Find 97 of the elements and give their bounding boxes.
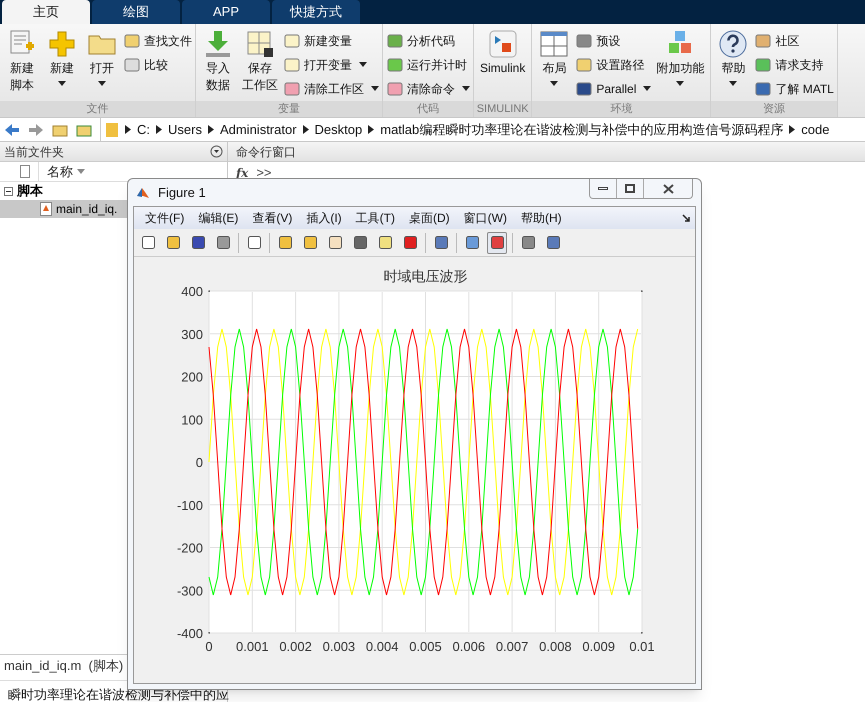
- group-label: 环境: [532, 101, 710, 117]
- x-tick-label: 0: [204, 639, 212, 654]
- ribbon-button[interactable]: 新建变量: [283, 30, 379, 51]
- path-segment[interactable]: Users: [168, 120, 202, 140]
- x-tick-label: 0.002: [278, 639, 312, 654]
- y-tick-label: 100: [180, 412, 202, 428]
- menu-item[interactable]: 桌面(D): [402, 209, 457, 227]
- panel-title: 当前文件夹: [4, 144, 64, 160]
- expander-icon[interactable]: [4, 186, 13, 196]
- x-tick-label: 0.006: [452, 639, 485, 654]
- ribbon-button[interactable]: Parallel: [575, 78, 652, 99]
- y-tick-label: -100: [176, 498, 202, 513]
- simulink-block-icon: [486, 28, 519, 60]
- chevron-right-icon: [789, 125, 796, 134]
- ribbon-button[interactable]: 清除命令: [386, 78, 470, 99]
- menu-item[interactable]: 工具(T): [348, 209, 402, 227]
- chevron-right-icon: [302, 125, 309, 134]
- ribbon-button[interactable]: 导入 数据: [199, 28, 237, 101]
- path-segment[interactable]: code: [801, 120, 830, 140]
- path-segment[interactable]: Desktop: [314, 120, 362, 140]
- x-tick-label: 0.001: [236, 639, 268, 654]
- ribbon-button[interactable]: 社区: [754, 30, 834, 51]
- x-tick-label: 0.005: [408, 639, 442, 654]
- path-segment[interactable]: C:: [137, 120, 150, 140]
- ribbon-button[interactable]: 保存 工作区: [239, 28, 281, 101]
- y-tick-label: -400: [176, 626, 202, 641]
- menu-item[interactable]: 查看(V): [245, 209, 300, 227]
- ribbon-button[interactable]: 帮助: [714, 28, 752, 101]
- panel-title: 命令行窗口: [236, 144, 296, 160]
- column-header[interactable]: 名称: [38, 162, 85, 182]
- ribbon-button[interactable]: 查找文件: [123, 30, 192, 51]
- sort-arrow-icon: [77, 169, 85, 174]
- ribbon-button[interactable]: 运行并计时: [386, 54, 470, 75]
- group-label: 变量: [196, 101, 382, 117]
- file-icon: [20, 165, 30, 178]
- ribbon-button[interactable]: 附加功能: [653, 28, 708, 101]
- window-title: Figure 1: [158, 184, 207, 202]
- ribbon-button[interactable]: 比较: [123, 54, 192, 75]
- chevron-right-icon: [368, 125, 374, 134]
- x-tick-label: 0.008: [538, 639, 572, 654]
- ribbon-tab[interactable]: 快捷方式: [272, 0, 360, 24]
- forward-arrow-icon[interactable]: [28, 122, 44, 136]
- chevron-right-icon: [156, 125, 162, 134]
- script-file-icon: [40, 202, 52, 216]
- menu-item[interactable]: 编辑(E): [191, 209, 246, 227]
- y-tick-label: 400: [180, 284, 202, 299]
- ribbon-button[interactable]: 打开变量: [283, 54, 379, 75]
- x-tick-label: 0.007: [495, 639, 528, 654]
- group-label: 文件: [0, 101, 195, 117]
- group-label: 资源: [711, 101, 837, 117]
- ribbon-button[interactable]: 请求支持: [754, 54, 834, 75]
- path-segment[interactable]: Administrator: [220, 120, 297, 140]
- ribbon-tab[interactable]: 绘图: [92, 0, 180, 24]
- y-tick-label: -300: [176, 583, 202, 598]
- chart-title: 时域电压波形: [383, 268, 467, 284]
- y-tick-label: 200: [180, 370, 202, 384]
- close-icon: [662, 184, 674, 194]
- ribbon-button[interactable]: 布局: [535, 28, 574, 101]
- chevron-right-icon: [208, 125, 214, 134]
- y-tick-label: 300: [180, 326, 202, 342]
- group-label: SIMULINK: [474, 101, 532, 117]
- dropdown-circle-icon[interactable]: [210, 145, 223, 158]
- ribbon-button[interactable]: 清除工作区: [283, 78, 379, 99]
- ribbon-button[interactable]: 新建 脚本: [3, 28, 41, 101]
- chevron-right-icon: [125, 125, 131, 134]
- back-arrow-icon[interactable]: [4, 122, 20, 136]
- file-row[interactable]: main_id_iq.: [0, 200, 127, 218]
- y-tick-label: -200: [176, 540, 202, 556]
- x-tick-label: 0.01: [628, 639, 654, 654]
- dock-arrow-icon[interactable]: [682, 214, 691, 222]
- x-tick-label: 0.003: [322, 639, 355, 654]
- menu-item[interactable]: 窗口(W): [456, 209, 514, 227]
- ribbon-button[interactable]: 分析代码: [386, 30, 470, 51]
- ribbon-button[interactable]: 预设: [575, 30, 652, 51]
- help-icon: [717, 28, 750, 60]
- x-tick-label: 0.009: [582, 639, 614, 654]
- ribbon-button[interactable]: 打开: [83, 28, 121, 101]
- group-label: 代码: [383, 101, 473, 117]
- ribbon-button[interactable]: 了解 MATL: [754, 78, 834, 99]
- menu-item[interactable]: 插入(I): [299, 209, 349, 227]
- ribbon-button[interactable]: 新建: [43, 28, 81, 101]
- menu-item[interactable]: 帮助(H): [514, 209, 569, 227]
- menu-item[interactable]: 文件(F): [138, 209, 192, 227]
- matlab-logo-icon: [136, 186, 150, 200]
- folder-icon: [105, 122, 119, 138]
- path-segment[interactable]: matlab编程瞬时功率理论在谐波检测与补偿中的应用构造信号源码程序: [380, 120, 784, 140]
- ribbon-tab[interactable]: APP: [182, 0, 270, 24]
- legend-button[interactable]: [487, 232, 507, 254]
- ribbon-tab[interactable]: 主页: [2, 0, 90, 24]
- tree-group-label[interactable]: 脚本: [17, 181, 43, 201]
- file-name: main_id_iq.: [56, 201, 118, 218]
- ribbon-button[interactable]: Simulink: [477, 28, 528, 101]
- command-prompt: >>: [256, 164, 272, 182]
- x-tick-label: 0.004: [365, 639, 398, 654]
- function-label: fx: [236, 165, 248, 182]
- ribbon-button[interactable]: 设置路径: [575, 54, 652, 75]
- y-tick-label: 0: [195, 455, 202, 470]
